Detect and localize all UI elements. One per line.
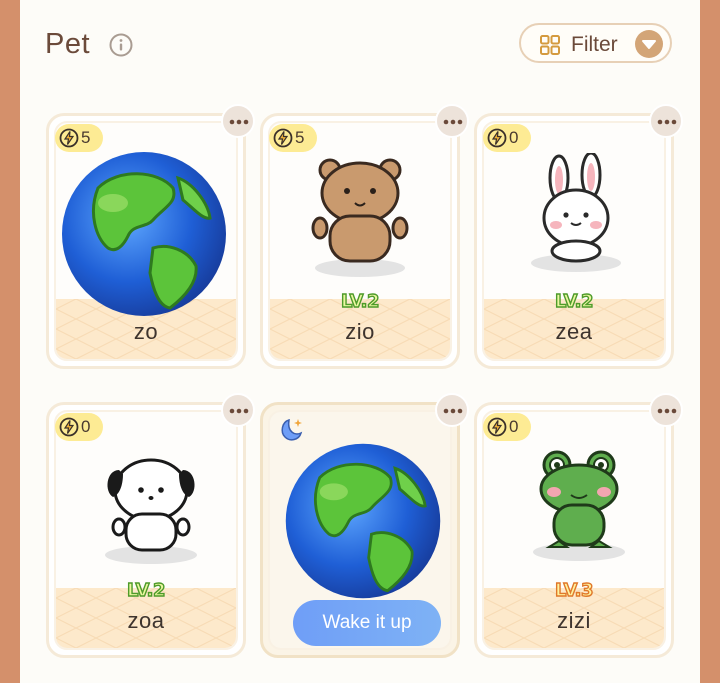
lightning-icon — [59, 417, 79, 437]
level-badge: LV.2 — [126, 579, 166, 601]
card-inner: LV.2 zoa — [54, 410, 238, 650]
pet-card[interactable]: LV.3 zizi 0 — [474, 393, 683, 658]
pet-name: zoa — [127, 608, 165, 633]
card-inner: zo — [54, 121, 238, 361]
earth-globe-image — [285, 443, 441, 599]
lightning-icon — [59, 128, 79, 148]
more-options-button[interactable] — [221, 393, 255, 427]
pet-card[interactable]: zo 5 — [46, 104, 255, 369]
more-icon — [443, 119, 463, 125]
more-icon — [657, 408, 677, 414]
lightning-icon — [487, 417, 507, 437]
frog-pet-image — [533, 450, 625, 561]
wake-up-button[interactable]: Wake it up — [293, 600, 441, 646]
chevron-down-icon — [635, 30, 663, 58]
pet-card[interactable]: Wake it up — [260, 393, 469, 658]
energy-count: 5 — [295, 128, 305, 147]
more-icon — [229, 119, 249, 125]
card-inner: LV.2 zio — [268, 121, 452, 361]
filter-button[interactable]: Filter — [519, 23, 672, 63]
pet-panel: Pet Filter zo 5 LV.2 zio 5 LV.2 zea 0 LV… — [20, 0, 700, 683]
energy-badge: 0 — [483, 413, 531, 441]
earth-globe-image — [62, 152, 226, 316]
level-badge: LV.3 — [554, 579, 594, 601]
more-icon — [657, 119, 677, 125]
pet-card[interactable]: LV.2 zio 5 — [260, 104, 469, 369]
level-badge: LV.2 — [340, 290, 380, 312]
page-title: Pet — [45, 28, 91, 60]
pet-name: zea — [555, 319, 593, 344]
energy-badge: 0 — [483, 124, 531, 152]
more-options-button[interactable] — [649, 393, 683, 427]
lightning-icon — [487, 128, 507, 148]
energy-badge: 5 — [55, 124, 103, 152]
card-inner: Wake it up — [268, 410, 452, 650]
pet-name: zizi — [557, 608, 591, 633]
energy-count: 0 — [81, 417, 91, 436]
energy-badge: 0 — [55, 413, 103, 441]
filter-label: Filter — [571, 33, 618, 56]
grid-icon — [540, 35, 560, 55]
card-inner: LV.2 zea — [482, 121, 666, 361]
energy-count: 0 — [509, 417, 519, 436]
energy-count: 0 — [509, 128, 519, 147]
pet-name: zio — [345, 319, 375, 344]
more-options-button[interactable] — [435, 393, 469, 427]
lightning-icon — [273, 128, 293, 148]
more-icon — [229, 408, 249, 414]
energy-badge: 5 — [269, 124, 317, 152]
more-options-button[interactable] — [435, 104, 469, 138]
bunny-pet-image — [531, 153, 621, 272]
pet-card[interactable]: LV.2 zoa 0 — [46, 393, 255, 658]
pet-card[interactable]: LV.2 zea 0 — [474, 104, 683, 369]
puppy-pet-image — [105, 458, 197, 564]
more-icon — [443, 408, 463, 414]
level-badge: LV.2 — [554, 290, 594, 312]
pet-name: zo — [133, 319, 159, 344]
energy-count: 5 — [81, 128, 91, 147]
info-icon[interactable] — [109, 33, 133, 57]
more-options-button[interactable] — [649, 104, 683, 138]
card-inner: LV.3 zizi — [482, 410, 666, 650]
more-options-button[interactable] — [221, 104, 255, 138]
bear-pet-image — [311, 158, 409, 277]
sleep-moon-icon — [281, 418, 303, 441]
